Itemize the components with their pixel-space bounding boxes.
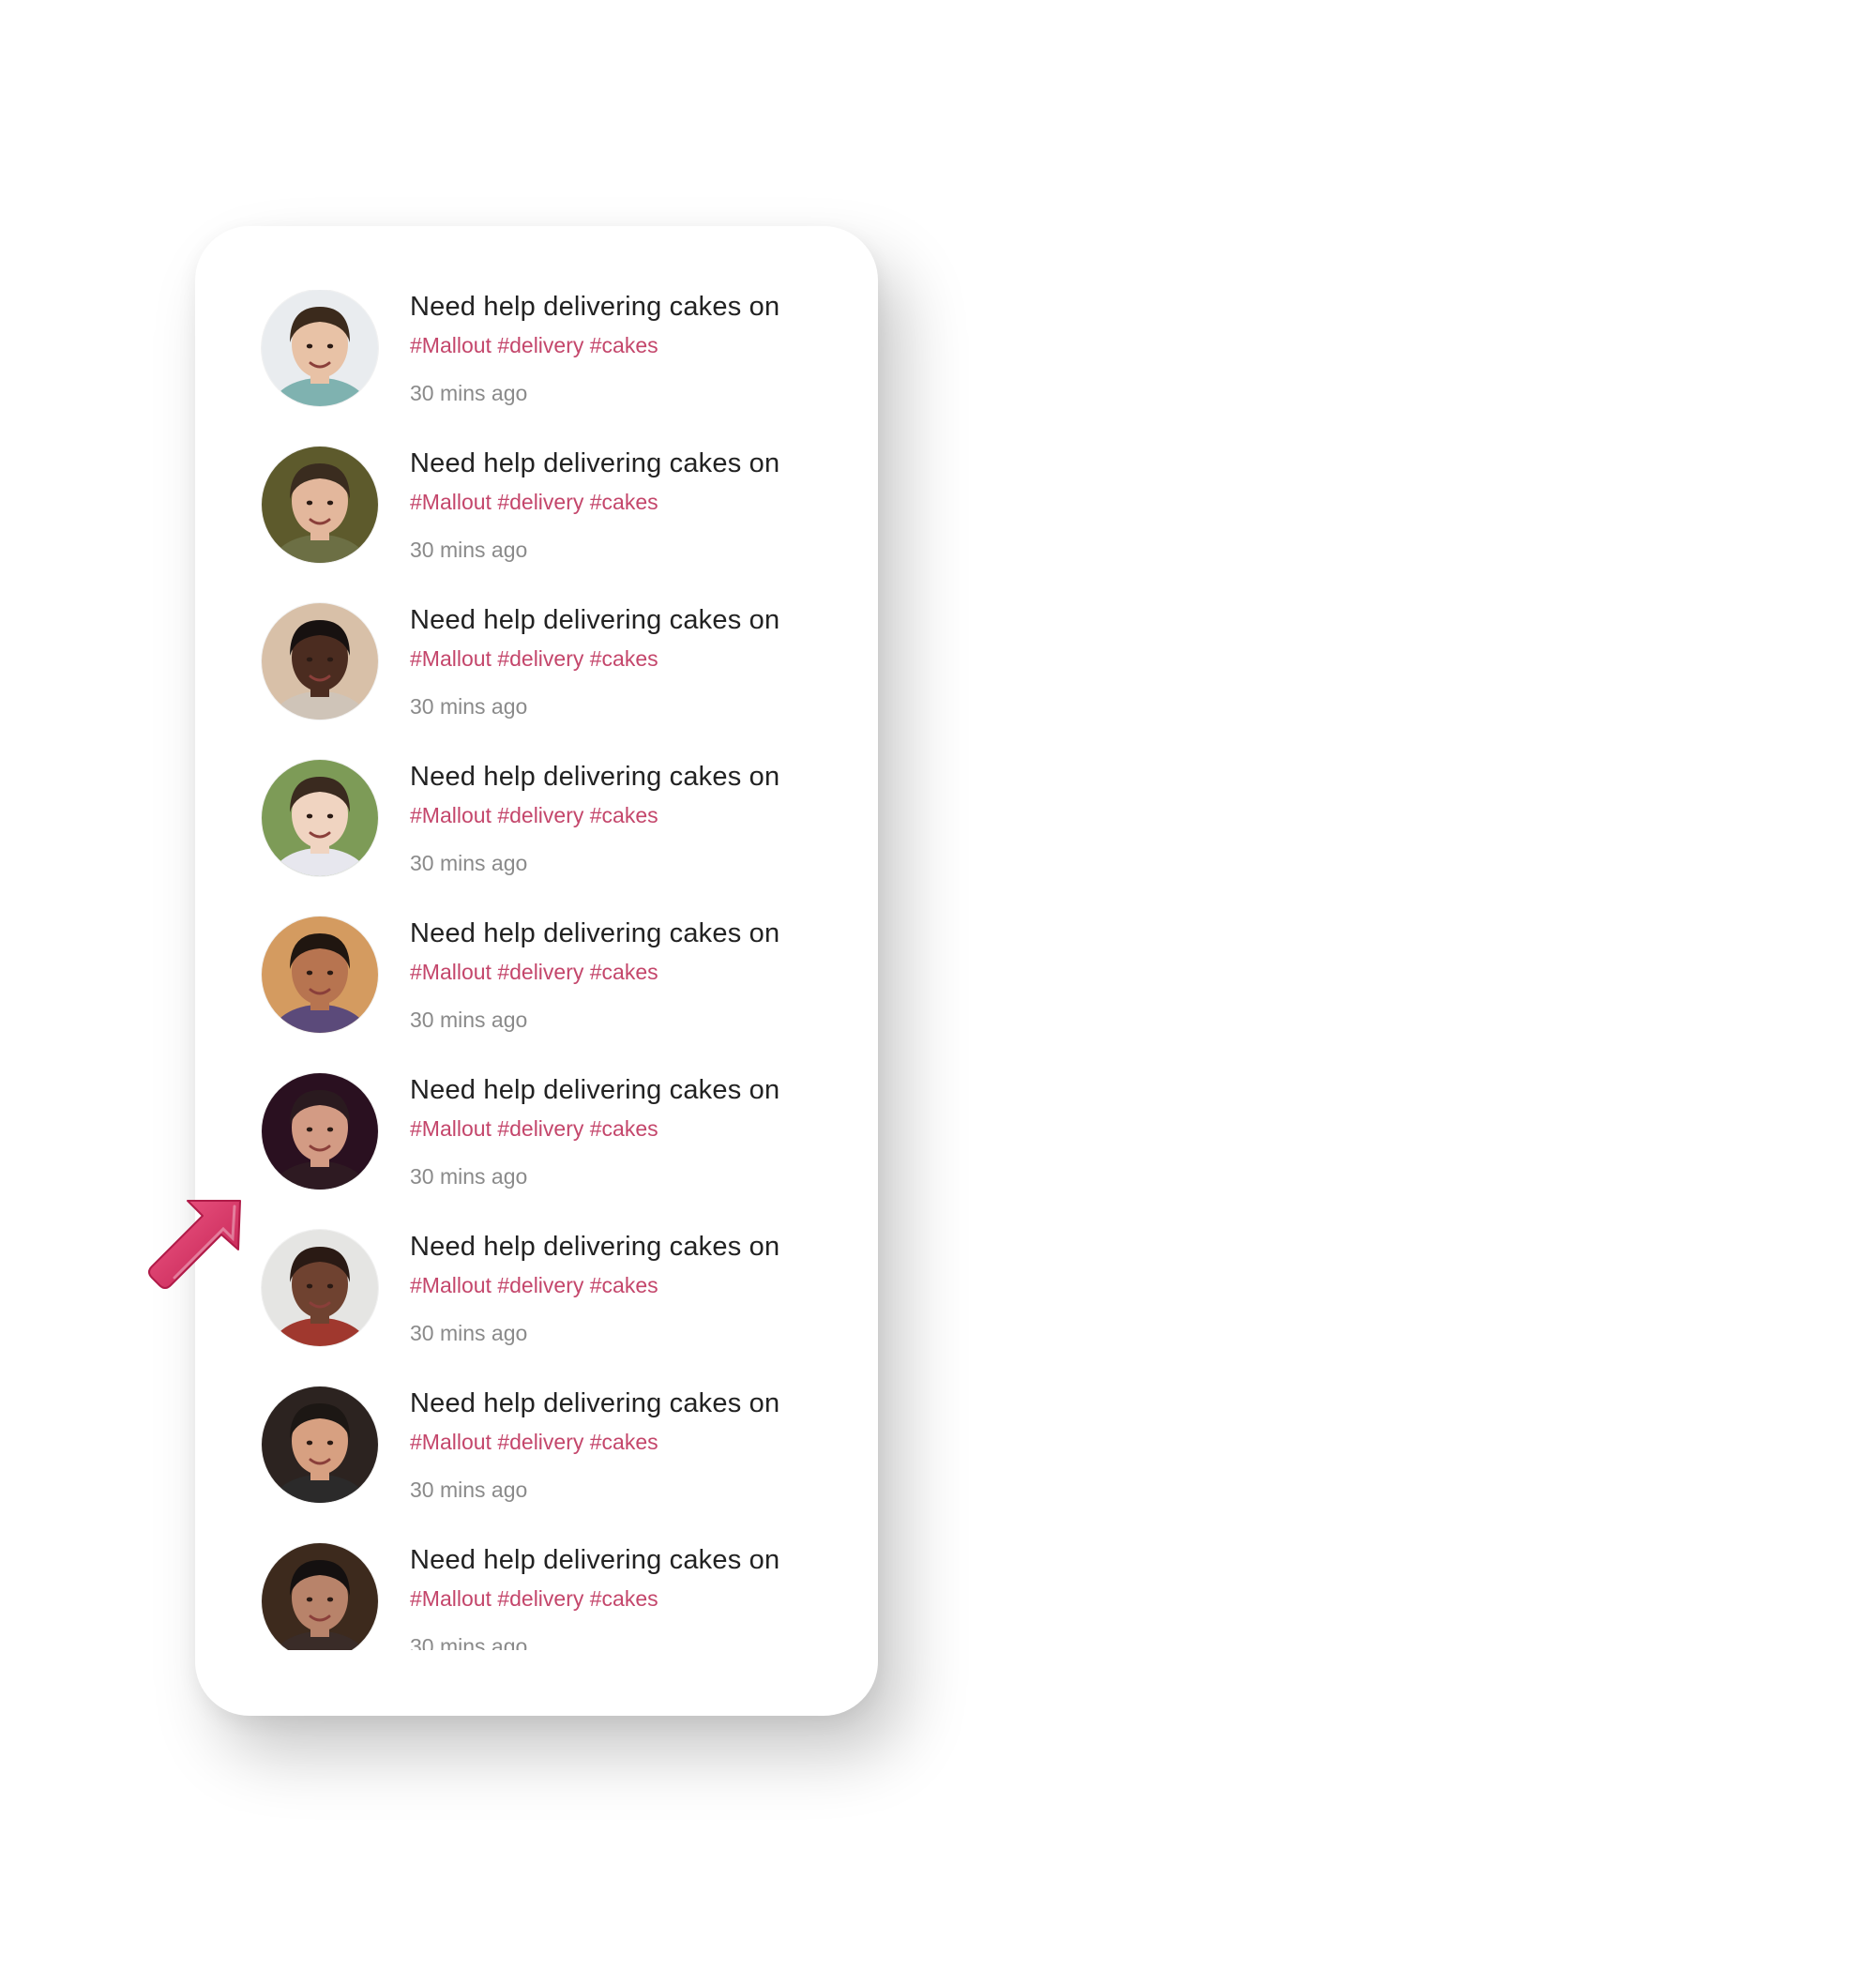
avatar[interactable] [262, 1230, 378, 1346]
list-item[interactable]: Need help delivering cakes on #Mallout #d… [195, 603, 878, 760]
post-title[interactable]: Need help delivering cakes on [410, 447, 779, 480]
post-tags[interactable]: #Mallout #delivery #cakes [410, 1428, 658, 1456]
list-item[interactable]: Need help delivering cakes on #Mallout #d… [195, 917, 878, 1073]
post-timestamp: 30 mins ago [410, 1008, 528, 1032]
post-tags[interactable]: #Mallout #delivery #cakes [410, 958, 658, 986]
post-title[interactable]: Need help delivering cakes on [410, 760, 779, 794]
post-timestamp: 30 mins ago [410, 381, 528, 405]
post-timestamp: 30 mins ago [410, 1478, 528, 1502]
post-tags[interactable]: #Mallout #delivery #cakes [410, 1584, 658, 1613]
post-title[interactable]: Need help delivering cakes on [410, 1230, 779, 1264]
post-tags[interactable]: #Mallout #delivery #cakes [410, 1114, 658, 1143]
avatar[interactable] [262, 760, 378, 876]
post-timestamp: 30 mins ago [410, 694, 528, 719]
avatar[interactable] [262, 1543, 378, 1650]
avatar[interactable] [262, 1073, 378, 1190]
post-title[interactable]: Need help delivering cakes on [410, 1073, 779, 1107]
feed-list[interactable]: Need help delivering cakes on #Mallout #d… [195, 290, 878, 1650]
post-timestamp: 30 mins ago [410, 538, 528, 562]
list-item[interactable]: Need help delivering cakes on #Mallout #d… [195, 290, 878, 447]
avatar[interactable] [262, 603, 378, 720]
avatar[interactable] [262, 917, 378, 1033]
post-tags[interactable]: #Mallout #delivery #cakes [410, 801, 658, 829]
avatar[interactable] [262, 447, 378, 563]
post-timestamp: 30 mins ago [410, 851, 528, 875]
avatar[interactable] [262, 290, 378, 406]
post-tags[interactable]: #Mallout #delivery #cakes [410, 331, 658, 359]
post-timestamp: 30 mins ago [410, 1164, 528, 1189]
stage: Need help delivering cakes on #Mallout #d… [0, 0, 1876, 1970]
post-tags[interactable]: #Mallout #delivery #cakes [410, 488, 658, 516]
list-item[interactable]: Need help delivering cakes on #Mallout #d… [195, 1230, 878, 1387]
list-item[interactable]: Need help delivering cakes on #Mallout #d… [195, 1073, 878, 1230]
post-title[interactable]: Need help delivering cakes on [410, 917, 779, 950]
list-item[interactable]: Need help delivering cakes on #Mallout #d… [195, 1387, 878, 1543]
post-timestamp: 30 mins ago [410, 1321, 528, 1345]
avatar[interactable] [262, 1387, 378, 1503]
feed-card: Need help delivering cakes on #Mallout #d… [195, 226, 878, 1716]
post-title[interactable]: Need help delivering cakes on [410, 1387, 779, 1420]
list-item[interactable]: Need help delivering cakes on #Mallout #d… [195, 1543, 878, 1650]
pointer-arrow-icon [148, 1200, 241, 1289]
post-title[interactable]: Need help delivering cakes on [410, 1543, 779, 1577]
post-title[interactable]: Need help delivering cakes on [410, 290, 779, 324]
post-title[interactable]: Need help delivering cakes on [410, 603, 779, 637]
list-item[interactable]: Need help delivering cakes on #Mallout #d… [195, 760, 878, 917]
post-timestamp: 30 mins ago [410, 1634, 528, 1650]
list-item[interactable]: Need help delivering cakes on #Mallout #d… [195, 447, 878, 603]
post-tags[interactable]: #Mallout #delivery #cakes [410, 644, 658, 673]
post-tags[interactable]: #Mallout #delivery #cakes [410, 1271, 658, 1299]
